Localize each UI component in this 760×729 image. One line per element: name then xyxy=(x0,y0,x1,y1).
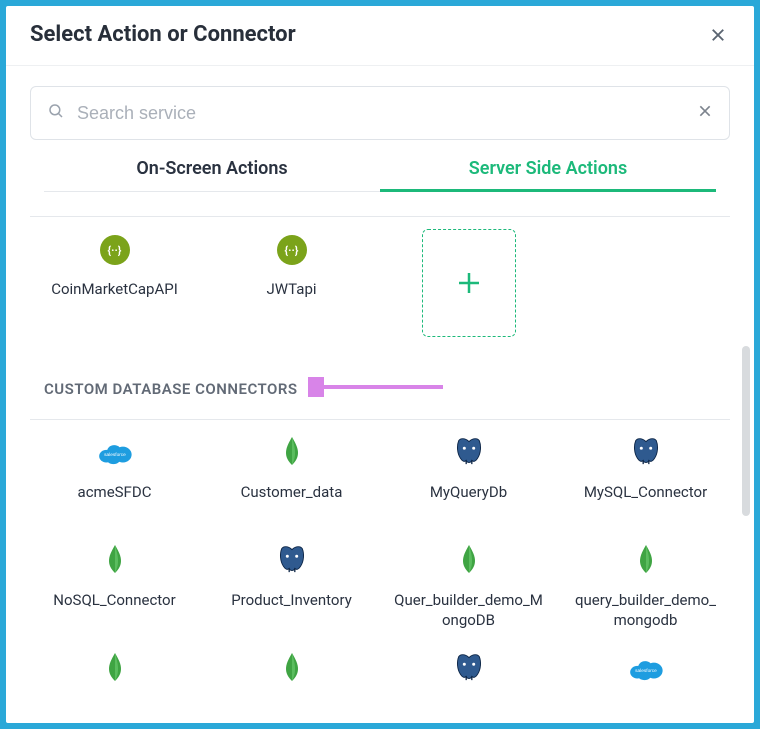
clear-search-icon[interactable] xyxy=(697,103,713,123)
postgres-icon xyxy=(454,654,484,684)
svg-text:salesforce: salesforce xyxy=(104,452,126,458)
db-section-heading: CUSTOM DATABASE CONNECTORS xyxy=(44,380,298,398)
mongodb-icon xyxy=(107,544,123,578)
connector-label: MySQL_Connector xyxy=(584,482,707,502)
divider xyxy=(30,216,730,217)
postgres-icon xyxy=(277,544,307,578)
db-connector-item[interactable] xyxy=(207,654,376,723)
mongo-icon xyxy=(277,654,307,684)
divider xyxy=(30,419,730,420)
mongodb-icon xyxy=(284,652,300,686)
svg-text:salesforce: salesforce xyxy=(635,668,657,674)
add-connector-tile[interactable] xyxy=(384,235,553,337)
postgres-icon xyxy=(631,436,661,470)
connector-label: acmeSFDC xyxy=(78,482,152,502)
salesforce-icon: salesforce xyxy=(627,657,665,681)
salesforce-icon: salesforce xyxy=(100,438,130,468)
db-connector-item[interactable]: MySQL_Connector xyxy=(561,438,730,528)
search-bar xyxy=(30,86,730,140)
salesforce-icon: salesforce xyxy=(96,441,134,465)
connector-label: MyQueryDb xyxy=(430,482,507,502)
db-connector-item[interactable]: Customer_data xyxy=(207,438,376,528)
search-icon xyxy=(47,102,65,124)
connector-jwtapi[interactable]: {··} JWTapi xyxy=(207,235,376,337)
action-connector-modal: Select Action or Connector On-Screen Act… xyxy=(6,6,754,723)
postgres-icon xyxy=(454,652,484,686)
tab-server-side-actions[interactable]: Server Side Actions xyxy=(380,158,716,191)
mongo-icon xyxy=(100,654,130,684)
salesforce-icon: salesforce xyxy=(631,654,661,684)
db-connector-item[interactable] xyxy=(384,654,553,723)
tab-on-screen-actions[interactable]: On-Screen Actions xyxy=(44,158,380,191)
connector-label: JWTapi xyxy=(266,279,316,299)
modal-title: Select Action or Connector xyxy=(30,22,296,47)
scrollbar[interactable] xyxy=(742,346,750,516)
db-section-heading-row: CUSTOM DATABASE CONNECTORS xyxy=(44,377,730,401)
mongodb-icon xyxy=(638,544,654,578)
db-connector-item[interactable]: query_builder_demo_mongodb xyxy=(561,546,730,636)
search-input[interactable] xyxy=(77,103,697,124)
mongo-icon xyxy=(100,546,130,576)
db-connector-item[interactable]: NoSQL_Connector xyxy=(30,546,199,636)
api-connectors-grid: {··} CoinMarketCapAPI {··} JWTapi xyxy=(30,235,730,355)
tabs: On-Screen Actions Server Side Actions xyxy=(44,158,716,192)
db-connector-item[interactable]: salesforce xyxy=(561,654,730,723)
mongodb-icon xyxy=(107,652,123,686)
connector-label: query_builder_demo_mongodb xyxy=(571,590,721,631)
db-connector-item[interactable]: MyQueryDb xyxy=(384,438,553,528)
connector-coinmarketcap[interactable]: {··} CoinMarketCapAPI xyxy=(30,235,199,337)
mongo-icon xyxy=(277,438,307,468)
connector-label: NoSQL_Connector xyxy=(53,590,175,610)
postgres-icon xyxy=(277,546,307,576)
db-connector-item[interactable]: Quer_builder_demo_MongoDB xyxy=(384,546,553,636)
modal-body: On-Screen Actions Server Side Actions {·… xyxy=(6,66,754,723)
db-connector-item[interactable]: salesforce acmeSFDC xyxy=(30,438,199,528)
postgres-icon xyxy=(631,438,661,468)
connector-label: Quer_builder_demo_MongoDB xyxy=(394,590,544,631)
postgres-icon xyxy=(454,436,484,470)
modal-header: Select Action or Connector xyxy=(6,6,754,66)
plus-icon[interactable] xyxy=(422,229,516,337)
connector-label: Customer_data xyxy=(241,482,343,502)
connector-label: CoinMarketCapAPI xyxy=(51,279,178,299)
annotation-arrow-icon xyxy=(308,377,448,401)
mongo-icon xyxy=(631,546,661,576)
api-badge-icon: {··} xyxy=(100,235,130,265)
db-connectors-grid: salesforce acmeSFDC Customer_data MyQuer… xyxy=(30,438,730,723)
mongo-icon xyxy=(454,546,484,576)
db-connector-item[interactable] xyxy=(30,654,199,723)
mongodb-icon xyxy=(284,436,300,470)
postgres-icon xyxy=(454,438,484,468)
close-icon[interactable] xyxy=(706,23,730,47)
api-badge-icon: {··} xyxy=(277,235,307,265)
db-connector-item[interactable]: Product_Inventory xyxy=(207,546,376,636)
mongodb-icon xyxy=(461,544,477,578)
connector-label: Product_Inventory xyxy=(231,590,352,610)
